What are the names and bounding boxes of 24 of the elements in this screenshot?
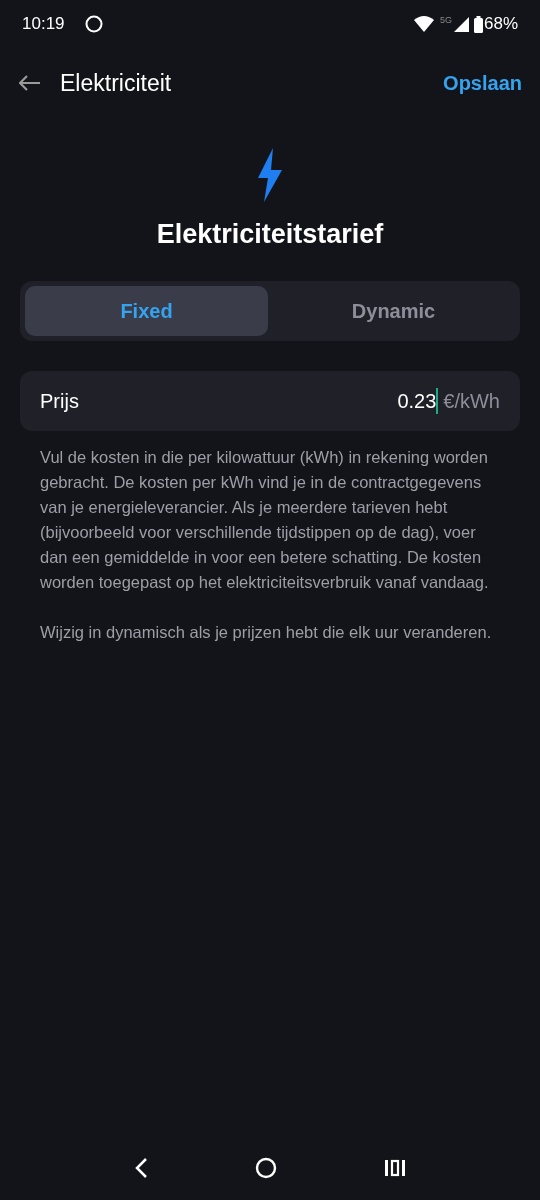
tariff-tab[interactable]: Dynamic	[272, 285, 515, 336]
page-title: Elektriciteit	[60, 68, 172, 98]
signal-icon	[453, 16, 469, 32]
battery-percent: 68%	[483, 13, 518, 36]
tariff-tab[interactable]: Fixed	[25, 285, 268, 336]
description-text: Wijzig in dynamisch als je prijzen hebt die elk uur veranderen.	[40, 621, 493, 643]
tariff-heading: Elektriciteitstarief	[156, 218, 384, 251]
lightning-bolt-icon	[256, 148, 284, 202]
save-button[interactable]: Opslaan	[443, 68, 522, 98]
network-label: 5G	[439, 14, 452, 27]
back-arrow-icon	[19, 75, 41, 91]
description-text: Vul de kosten in die per kilowattuur (kWh) in rekening worden gebracht. De kosten per kWh vind je in de contractgegevens van je energieleverancier. Als je meerdere tarieven hebt (bijvoorbeeld voor verschillende tijdstippen op de dag), voer dan een gemiddelde in voor een betere schatting. De kosten worden toegepast op het elektriciteitsverbruik vanaf vandaag.	[40, 446, 490, 593]
back-nav-icon[interactable]	[133, 1157, 148, 1179]
home-nav-icon[interactable]	[255, 1157, 277, 1179]
price-label: Prijs	[40, 388, 79, 414]
price-unit: €/kWh	[443, 388, 500, 414]
text-cursor	[436, 387, 439, 414]
circle-icon	[84, 15, 103, 33]
price-field[interactable]: Prijs 0.23 €/kWh	[20, 370, 520, 431]
status-time: 10:19	[22, 13, 65, 36]
recents-nav-icon[interactable]	[384, 1159, 407, 1177]
wifi-icon	[413, 16, 434, 32]
price-value: 0.23	[397, 388, 437, 414]
battery-icon	[473, 15, 483, 33]
